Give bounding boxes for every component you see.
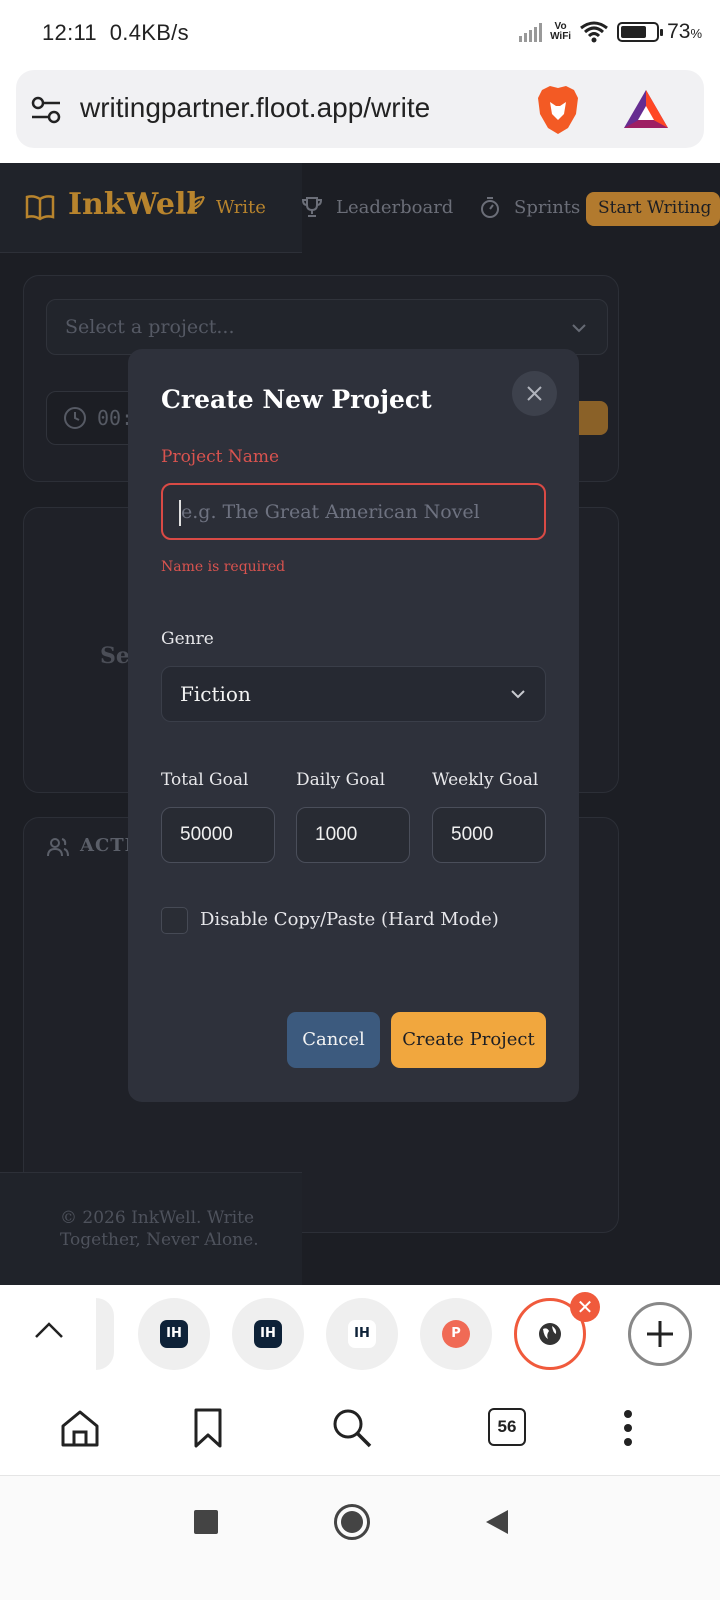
- tab-ih-1[interactable]: IH: [138, 1298, 210, 1370]
- genre-select[interactable]: Fiction: [161, 666, 546, 722]
- chevron-down-icon: [511, 690, 525, 699]
- chevron-up-icon[interactable]: [34, 1320, 64, 1340]
- start-writing-button[interactable]: Start Writing: [586, 192, 720, 226]
- feather-icon: [187, 196, 205, 214]
- signal-icon: [519, 22, 543, 42]
- hard-mode-label[interactable]: Disable Copy/Paste (Hard Mode): [200, 909, 499, 930]
- back-button[interactable]: [484, 1508, 510, 1536]
- daily-goal-input[interactable]: 1000: [296, 807, 410, 863]
- bookmark-icon[interactable]: [186, 1406, 230, 1450]
- brand-name[interactable]: InkWell: [68, 187, 198, 222]
- more-menu-icon[interactable]: [606, 1406, 650, 1450]
- app-navbar: InkWell Write Leaderboard Sprints Start …: [0, 163, 720, 253]
- total-goal-label: Total Goal: [161, 770, 249, 790]
- total-goal-input[interactable]: 50000: [161, 807, 275, 863]
- tab-partial[interactable]: [96, 1298, 114, 1370]
- stopwatch-icon: [481, 197, 499, 218]
- home-button[interactable]: [334, 1504, 370, 1540]
- tab-p[interactable]: P: [420, 1298, 492, 1370]
- tab-ih-3[interactable]: IH: [326, 1298, 398, 1370]
- create-project-modal: Create New Project Project Name e.g. The…: [128, 349, 579, 1102]
- vowifi-icon: Vo WiFi: [550, 21, 572, 42]
- tab-ih-2[interactable]: IH: [232, 1298, 304, 1370]
- status-bar: 12:11 0.4KB/s Vo WiFi 73%: [0, 0, 720, 68]
- nav-write[interactable]: Write: [216, 197, 266, 218]
- new-tab-button[interactable]: [628, 1302, 692, 1366]
- search-icon[interactable]: [330, 1406, 374, 1450]
- home-icon[interactable]: [58, 1406, 102, 1450]
- close-icon: [527, 386, 542, 401]
- close-tab-button[interactable]: ✕: [570, 1292, 600, 1322]
- wifi-icon: [580, 21, 608, 43]
- url-bar[interactable]: writingpartner.floot.app/write: [16, 70, 704, 148]
- footer: © 2026 InkWell. Write Together, Never Al…: [0, 1172, 302, 1285]
- weekly-goal-input[interactable]: 5000: [432, 807, 546, 863]
- project-name-input[interactable]: e.g. The Great American Novel: [161, 483, 546, 540]
- tab-strip: IH IH IH P ✕: [0, 1286, 720, 1382]
- system-navigation-bar: [0, 1476, 720, 1600]
- genre-label: Genre: [161, 629, 214, 649]
- net-speed: 0.4KB/s: [109, 20, 189, 45]
- url-text[interactable]: writingpartner.floot.app/write: [80, 92, 430, 124]
- clock-icon: [64, 407, 86, 429]
- daily-goal-label: Daily Goal: [296, 770, 386, 790]
- nav-sprints[interactable]: Sprints: [514, 197, 580, 218]
- web-content: InkWell Write Leaderboard Sprints Start …: [0, 163, 720, 1285]
- cancel-button[interactable]: Cancel: [287, 1012, 380, 1068]
- project-name-label: Project Name: [161, 447, 280, 467]
- status-time: 12:11 0.4KB/s: [42, 20, 189, 45]
- project-name-error: Name is required: [161, 559, 286, 575]
- project-select[interactable]: Select a project...: [46, 299, 608, 355]
- chevron-down-icon: [572, 324, 586, 333]
- trophy-icon: [301, 197, 323, 217]
- weekly-goal-label: Weekly Goal: [432, 770, 539, 790]
- brave-rewards-icon[interactable]: [622, 88, 670, 130]
- recents-button[interactable]: [194, 1510, 218, 1534]
- status-icons: Vo WiFi 73%: [519, 20, 702, 44]
- project-name-placeholder: e.g. The Great American Novel: [181, 501, 480, 523]
- hard-mode-checkbox[interactable]: [161, 907, 188, 934]
- close-button[interactable]: [512, 371, 557, 416]
- tab-count-button[interactable]: 56: [488, 1408, 526, 1446]
- browser-toolbar: 56: [0, 1382, 720, 1476]
- nav-leaderboard[interactable]: Leaderboard: [336, 197, 453, 218]
- battery-percent: 73%: [667, 20, 702, 43]
- modal-title: Create New Project: [161, 385, 432, 414]
- users-icon: [47, 838, 69, 857]
- site-settings-icon[interactable]: [30, 94, 62, 126]
- brave-shields-icon[interactable]: [534, 84, 582, 136]
- create-project-button[interactable]: Create Project: [391, 1012, 546, 1068]
- globe-icon: [539, 1323, 561, 1345]
- book-icon[interactable]: [24, 191, 56, 223]
- battery-icon: [617, 22, 664, 42]
- plus-icon: [647, 1321, 673, 1347]
